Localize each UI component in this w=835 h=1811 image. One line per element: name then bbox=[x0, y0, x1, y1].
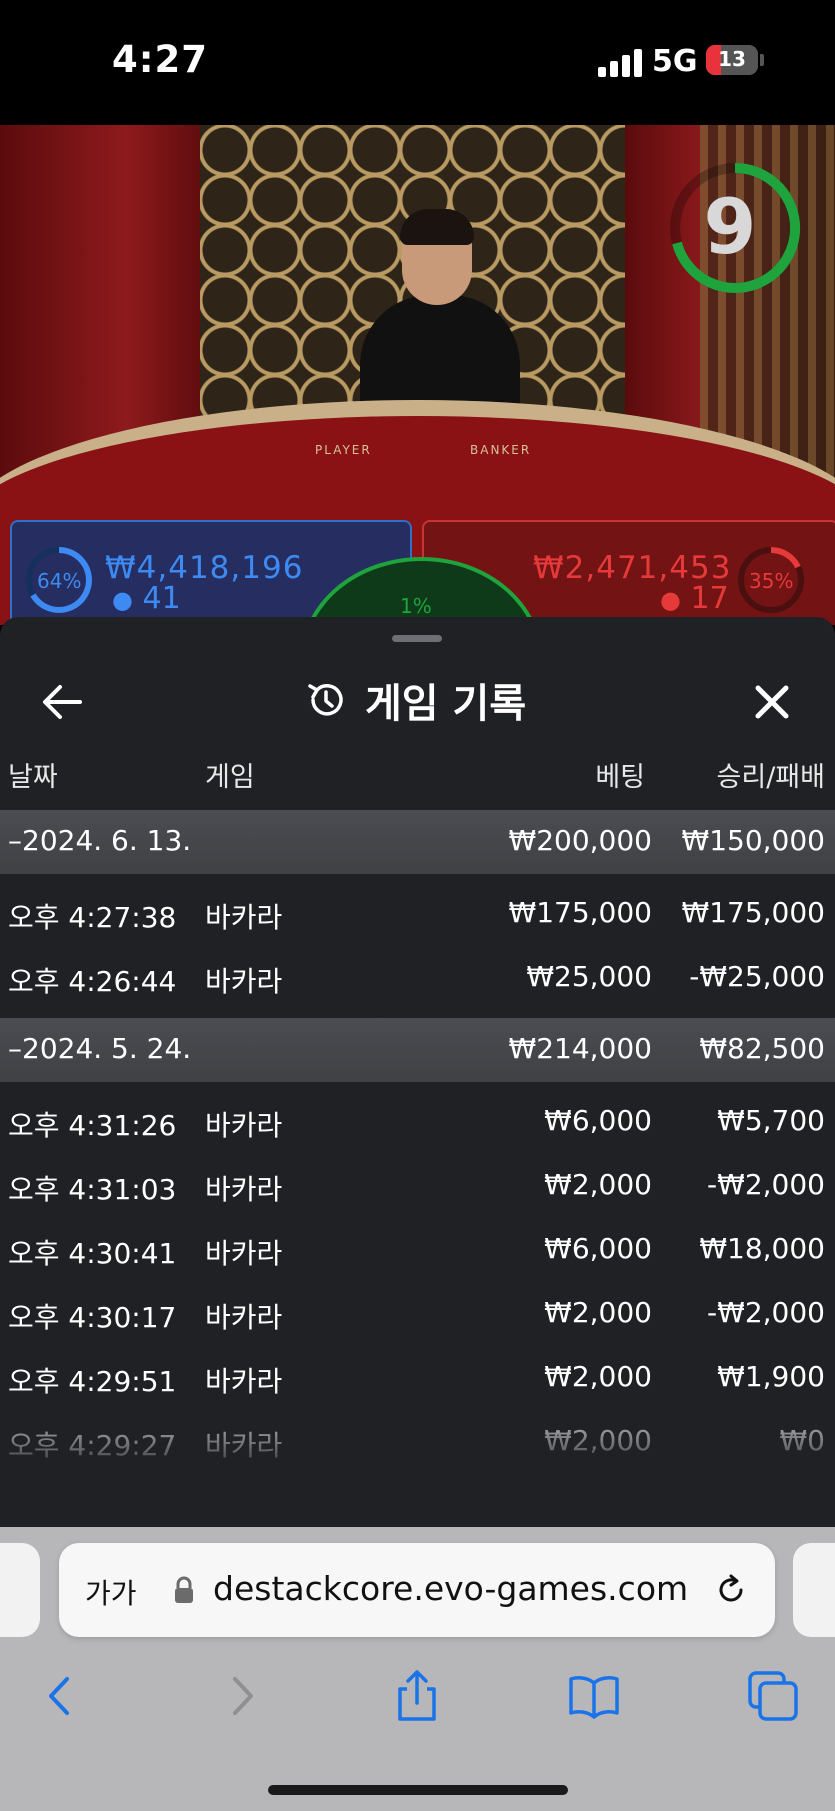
back-icon[interactable] bbox=[34, 1669, 88, 1723]
url-text[interactable]: destackcore.evo-games.com bbox=[213, 1569, 688, 1608]
row-bet: ₩6,000 bbox=[544, 1232, 652, 1265]
group-win-total: ₩82,500 bbox=[699, 1032, 825, 1065]
column-headers: 날짜 게임 베팅 승리/패배 bbox=[0, 755, 835, 805]
person-icon: ● bbox=[112, 586, 133, 614]
row-time: 오후 4:29:27 bbox=[8, 1429, 177, 1462]
history-row[interactable]: 오후 4:27:38 바카라 ₩175,000 ₩175,000 bbox=[0, 882, 835, 946]
row-bet: ₩6,000 bbox=[544, 1104, 652, 1137]
row-win-loss: -₩2,000 bbox=[707, 1296, 825, 1329]
row-game: 바카라 bbox=[205, 1109, 283, 1142]
row-bet: ₩2,000 bbox=[544, 1424, 652, 1457]
history-row[interactable]: 오후 4:30:41 바카라 ₩6,000 ₩18,000 bbox=[0, 1218, 835, 1282]
group-bet-total: ₩214,000 bbox=[508, 1032, 652, 1065]
close-icon[interactable] bbox=[752, 682, 792, 722]
row-win-loss: -₩25,000 bbox=[689, 960, 825, 993]
browser-bottom-bar: 가가 destackcore.evo-games.com bbox=[0, 1527, 835, 1811]
previous-tab-preview[interactable] bbox=[0, 1543, 40, 1637]
row-time: 오후 4:27:38 bbox=[8, 901, 177, 934]
row-game: 바카라 bbox=[205, 901, 283, 934]
date-group-header[interactable]: –2024. 5. 24. ₩214,000 ₩82,500 bbox=[0, 1018, 835, 1082]
table-word-player: PLAYER bbox=[315, 443, 372, 457]
group-date: –2024. 6. 13. bbox=[8, 824, 192, 857]
tie-percent: 1% bbox=[400, 594, 432, 618]
row-bet: ₩2,000 bbox=[544, 1296, 652, 1329]
history-list: –2024. 6. 13. ₩200,000 ₩150,000 오후 4:27:… bbox=[0, 810, 835, 1474]
column-date: 날짜 bbox=[8, 762, 58, 793]
row-bet: ₩2,000 bbox=[544, 1168, 652, 1201]
banker-count-value: 17 bbox=[690, 581, 729, 616]
row-win-loss: -₩2,000 bbox=[707, 1168, 825, 1201]
row-game: 바카라 bbox=[205, 1301, 283, 1334]
battery-level: 13 bbox=[718, 47, 746, 71]
game-history-sheet: 게임 기록 날짜 게임 베팅 승리/패배 –2024. 6. 13. ₩200,… bbox=[0, 617, 835, 1527]
live-video: PLAYER BANKER 9 64% ₩4,418,196 ● 41 1% 3… bbox=[0, 125, 835, 625]
row-game: 바카라 bbox=[205, 1429, 283, 1462]
status-bar: 4:27 5G 13 bbox=[0, 0, 835, 125]
row-time: 오후 4:26:44 bbox=[8, 965, 177, 998]
date-group-header[interactable]: –2024. 6. 13. ₩200,000 ₩150,000 bbox=[0, 810, 835, 874]
row-game: 바카라 bbox=[205, 1237, 283, 1270]
player-percent: 64% bbox=[37, 569, 82, 593]
history-row[interactable]: 오후 4:29:51 바카라 ₩2,000 ₩1,900 bbox=[0, 1346, 835, 1410]
address-bar[interactable]: 가가 destackcore.evo-games.com bbox=[59, 1543, 775, 1637]
banker-bettor-count: ● 17 bbox=[660, 581, 729, 616]
row-win-loss: ₩5,700 bbox=[717, 1104, 825, 1137]
player-count-value: 41 bbox=[142, 581, 181, 616]
sheet-title: 게임 기록 bbox=[365, 681, 527, 727]
column-win-loss: 승리/패배 bbox=[716, 762, 825, 793]
table-word-banker: BANKER bbox=[470, 443, 532, 457]
row-win-loss: ₩175,000 bbox=[681, 896, 825, 929]
history-icon bbox=[308, 684, 343, 716]
status-time: 4:27 bbox=[112, 38, 209, 81]
row-game: 바카라 bbox=[205, 965, 283, 998]
sheet-title-group: 게임 기록 bbox=[305, 675, 526, 727]
arrow-left-icon[interactable] bbox=[40, 682, 84, 722]
countdown-timer: 9 bbox=[703, 182, 757, 271]
sheet-header: 게임 기록 bbox=[0, 657, 835, 747]
column-game: 게임 bbox=[205, 762, 255, 793]
row-bet: ₩175,000 bbox=[508, 896, 652, 929]
next-tab-preview[interactable] bbox=[793, 1543, 835, 1637]
row-time: 오후 4:30:17 bbox=[8, 1301, 177, 1334]
group-bet-total: ₩200,000 bbox=[508, 824, 652, 857]
text-size-button[interactable]: 가가 bbox=[85, 1572, 137, 1612]
banker-percent: 35% bbox=[749, 569, 794, 593]
row-win-loss: ₩18,000 bbox=[699, 1232, 825, 1265]
row-game: 바카라 bbox=[205, 1173, 283, 1206]
row-time: 오후 4:30:41 bbox=[8, 1237, 177, 1270]
tabs-icon[interactable] bbox=[746, 1669, 800, 1723]
sheet-drag-handle[interactable] bbox=[392, 635, 442, 642]
forward-icon[interactable] bbox=[214, 1669, 268, 1723]
browser-toolbar bbox=[0, 1657, 835, 1737]
bookmarks-icon[interactable] bbox=[567, 1669, 621, 1723]
row-time: 오후 4:29:51 bbox=[8, 1365, 177, 1398]
reload-icon[interactable] bbox=[711, 1570, 751, 1610]
group-win-total: ₩150,000 bbox=[681, 824, 825, 857]
row-time: 오후 4:31:03 bbox=[8, 1173, 177, 1206]
group-date: –2024. 5. 24. bbox=[8, 1032, 192, 1065]
row-time: 오후 4:31:26 bbox=[8, 1109, 177, 1142]
history-row[interactable]: 오후 4:30:17 바카라 ₩2,000 -₩2,000 bbox=[0, 1282, 835, 1346]
column-bet: 베팅 bbox=[595, 762, 645, 793]
home-indicator[interactable] bbox=[268, 1785, 568, 1795]
row-win-loss: ₩1,900 bbox=[717, 1360, 825, 1393]
battery-icon: 13 bbox=[706, 45, 758, 75]
player-bettor-count: ● 41 bbox=[112, 581, 181, 616]
row-game: 바카라 bbox=[205, 1365, 283, 1398]
history-row[interactable]: 오후 4:31:03 바카라 ₩2,000 -₩2,000 bbox=[0, 1154, 835, 1218]
network-type: 5G bbox=[652, 44, 698, 79]
row-win-loss: ₩0 bbox=[779, 1424, 826, 1457]
history-row[interactable]: 오후 4:29:27 바카라 ₩2,000 ₩0 bbox=[0, 1410, 835, 1474]
row-bet: ₩25,000 bbox=[526, 960, 652, 993]
row-bet: ₩2,000 bbox=[544, 1360, 652, 1393]
history-row[interactable]: 오후 4:26:44 바카라 ₩25,000 -₩25,000 bbox=[0, 946, 835, 1010]
lock-icon bbox=[175, 1576, 193, 1603]
share-icon[interactable] bbox=[390, 1669, 444, 1723]
person-icon: ● bbox=[660, 586, 681, 614]
cellular-signal-icon bbox=[598, 49, 642, 77]
history-row[interactable]: 오후 4:31:26 바카라 ₩6,000 ₩5,700 bbox=[0, 1090, 835, 1154]
